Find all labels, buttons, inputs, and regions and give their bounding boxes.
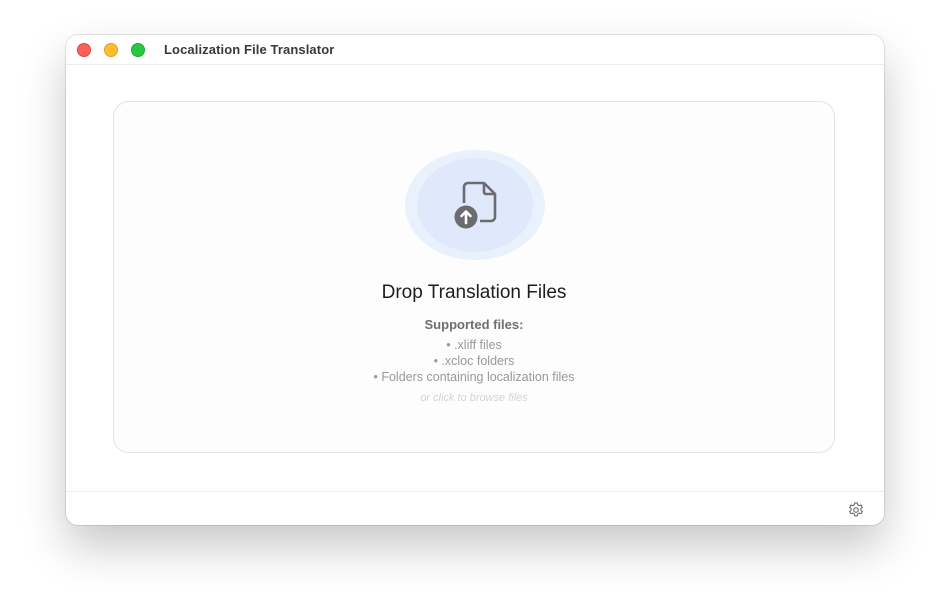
supported-files-title: Supported files: bbox=[424, 317, 524, 332]
title-bar[interactable]: Localization File Translator bbox=[66, 35, 884, 65]
list-item: • .xcloc folders bbox=[433, 354, 515, 368]
minimize-window-button[interactable] bbox=[104, 43, 118, 57]
supported-files-list: • .xliff files • .xcloc folders • Folder… bbox=[114, 337, 834, 385]
app-window: Localization File Translator Drop Transl… bbox=[66, 35, 884, 525]
browse-files-hint[interactable]: or click to browse files bbox=[114, 392, 834, 404]
gear-icon[interactable] bbox=[847, 501, 865, 519]
list-item: • .xliff files bbox=[446, 338, 502, 352]
document-upload-icon bbox=[454, 181, 497, 229]
close-window-button[interactable] bbox=[77, 43, 91, 57]
upload-icon-circle bbox=[417, 158, 533, 252]
list-item: • Folders containing localization files bbox=[373, 370, 575, 384]
file-drop-zone[interactable]: Drop Translation Files Supported files: … bbox=[113, 101, 835, 453]
footer-bar bbox=[66, 491, 884, 525]
window-title: Localization File Translator bbox=[164, 42, 335, 57]
drop-heading: Drop Translation Files bbox=[381, 282, 567, 303]
upload-icon-halo bbox=[405, 150, 545, 260]
maximize-window-button[interactable] bbox=[131, 43, 145, 57]
main-content: Drop Translation Files Supported files: … bbox=[66, 65, 884, 491]
